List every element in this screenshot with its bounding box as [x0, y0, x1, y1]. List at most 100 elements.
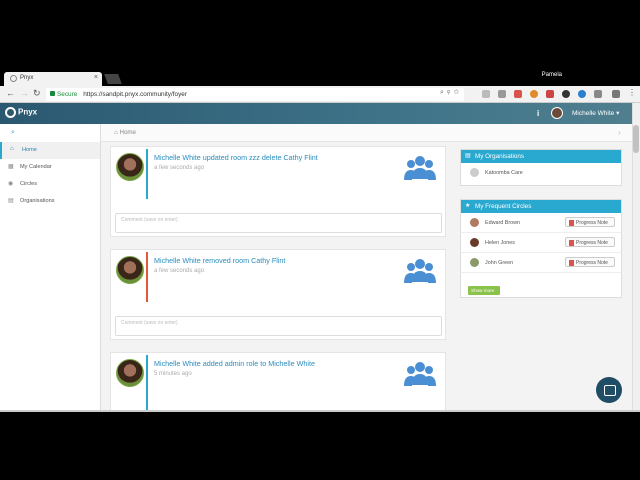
feed-card: Michelle White removed room Cathy Flint …: [110, 249, 446, 340]
sidebar-item-label: Home: [22, 147, 37, 153]
sidebar-item-organisations[interactable]: ▤ Organisations: [0, 193, 100, 210]
building-icon: ▤: [465, 153, 471, 159]
search-icon[interactable]: ⌕: [11, 129, 15, 137]
feed-title[interactable]: Michelle White added admin role to Miche…: [154, 359, 315, 368]
sidebar-item-my-calendar[interactable]: ▦ My Calendar: [0, 159, 100, 176]
group-icon: [404, 362, 436, 386]
avatar[interactable]: [116, 359, 144, 387]
feed-timestamp: 5 minutes ago: [154, 371, 192, 377]
secure-label: Secure: [57, 91, 78, 98]
sidebar-item-home[interactable]: ⌂ Home: [0, 142, 100, 159]
extension-icon[interactable]: [514, 90, 522, 98]
avatar: [470, 258, 479, 267]
card-accent-bar: [146, 355, 148, 411]
comment-input[interactable]: Comment (save on enter): [115, 316, 442, 336]
sidebar-item-label: Circles: [20, 181, 38, 187]
info-icon[interactable]: i: [537, 109, 539, 118]
extension-icon[interactable]: [562, 90, 570, 98]
sidebar-item-label: My Calendar: [20, 164, 52, 170]
logo-mark-icon: [5, 107, 16, 118]
comment-input[interactable]: Comment (save on enter): [115, 213, 442, 233]
frequent-circles-header: ★ My Frequent Circles: [461, 200, 621, 213]
progress-note-button[interactable]: Progress Note: [565, 257, 615, 267]
collapse-panel-icon[interactable]: ›: [618, 128, 621, 137]
omnibox-actions-icon[interactable]: ⌕⚲☆: [440, 89, 462, 97]
tab-title: Pnyx: [20, 75, 34, 81]
circle-label: Helen Jones: [485, 240, 515, 246]
circle-item[interactable]: John Green Progress Note: [461, 253, 621, 273]
extension-icon[interactable]: [498, 90, 506, 98]
breadcrumb: ⌂ Home: [101, 124, 632, 142]
avatar: [470, 218, 479, 227]
panel-title: My Organisations: [475, 153, 524, 160]
user-menu[interactable]: Michelle White ▾: [572, 109, 619, 117]
screen: Pnyx × Pamela ← → ↻ Secure https://sandpi…: [0, 0, 640, 480]
chat-button[interactable]: [596, 377, 622, 403]
circle-label: John Green: [485, 260, 514, 266]
window-bottom-edge: [0, 410, 640, 412]
circle-item[interactable]: Edward Brown Progress Note: [461, 213, 621, 233]
feed-card-header: Michelle White removed room Cathy Flint …: [111, 250, 447, 304]
feed-title[interactable]: Michelle White updated room zzz delete C…: [154, 153, 318, 162]
circles-icon: ◉: [8, 181, 14, 187]
feed-card-header: Michelle White added admin role to Miche…: [111, 353, 447, 411]
progress-note-button[interactable]: Progress Note: [565, 217, 615, 227]
logo-text: Pnyx: [18, 107, 38, 117]
user-name: Michelle White: [572, 110, 615, 117]
sidebar-item-label: Organisations: [20, 198, 55, 204]
caret-down-icon: ▾: [616, 110, 620, 117]
tab-close-icon[interactable]: ×: [94, 74, 98, 81]
extension-icon[interactable]: [594, 90, 602, 98]
feed-title[interactable]: Michelle White removed room Cathy Flint: [154, 256, 285, 265]
user-avatar[interactable]: [551, 107, 563, 119]
url-input[interactable]: Secure https://sandpit.pnyx.community/foy…: [46, 88, 464, 101]
lock-icon: [50, 91, 55, 96]
organisation-label: Katoomba Care: [485, 170, 523, 176]
extension-icon[interactable]: [482, 90, 490, 98]
pnyx-logo[interactable]: Pnyx: [5, 107, 37, 118]
extension-icon[interactable]: [578, 90, 586, 98]
show-more-button[interactable]: Show more: [468, 286, 500, 295]
home-icon: ⌂: [10, 146, 14, 152]
organisation-item[interactable]: Katoomba Care: [461, 163, 621, 183]
organisations-panel: ▤ My Organisations Katoomba Care: [460, 149, 622, 186]
organisations-panel-header: ▤ My Organisations: [461, 150, 621, 163]
back-icon[interactable]: ←: [6, 88, 15, 98]
progress-note-label: Progress Note: [576, 240, 608, 246]
star-icon: ★: [465, 203, 471, 209]
forward-icon[interactable]: →: [20, 88, 29, 98]
organisations-icon: ▤: [8, 198, 14, 204]
organisation-logo: [470, 168, 479, 177]
home-icon[interactable]: ⌂: [114, 129, 118, 136]
calendar-icon: ▦: [8, 164, 14, 170]
group-icon: [404, 156, 436, 180]
reload-icon[interactable]: ↻: [33, 88, 41, 99]
circle-item[interactable]: Helen Jones Progress Note: [461, 233, 621, 253]
extension-icon[interactable]: [546, 90, 554, 98]
circle-label: Edward Brown: [485, 220, 521, 226]
frequent-circles-panel: ★ My Frequent Circles Edward Brown Progre…: [460, 199, 622, 298]
scrollbar-thumb[interactable]: [633, 125, 639, 153]
chrome-menu-icon[interactable]: ⋮: [628, 88, 636, 97]
feed-card-header: Michelle White updated room zzz delete C…: [111, 147, 447, 201]
group-icon: [404, 259, 436, 283]
feed-card: Michelle White added admin role to Miche…: [110, 352, 447, 411]
sidebar-item-circles[interactable]: ◉ Circles: [0, 176, 100, 193]
url-text: https://sandpit.pnyx.community/foyer: [83, 91, 187, 98]
browser-profile-name[interactable]: Pamela: [542, 72, 562, 78]
card-accent-bar: [146, 252, 148, 302]
avatar[interactable]: [116, 256, 144, 284]
note-icon: [569, 260, 574, 266]
breadcrumb-home[interactable]: Home: [119, 129, 136, 136]
feed-card: Michelle White updated room zzz delete C…: [110, 146, 446, 237]
feed-timestamp: a few seconds ago: [154, 165, 205, 171]
extension-icon[interactable]: [530, 90, 538, 98]
feed-timestamp: a few seconds ago: [154, 268, 205, 274]
avatar[interactable]: [116, 153, 144, 181]
extension-icon[interactable]: [612, 90, 620, 98]
panel-title: My Frequent Circles: [475, 203, 532, 210]
browser-tab[interactable]: Pnyx ×: [4, 72, 102, 86]
progress-note-button[interactable]: Progress Note: [565, 237, 615, 247]
card-accent-bar: [146, 149, 148, 199]
avatar: [470, 238, 479, 247]
